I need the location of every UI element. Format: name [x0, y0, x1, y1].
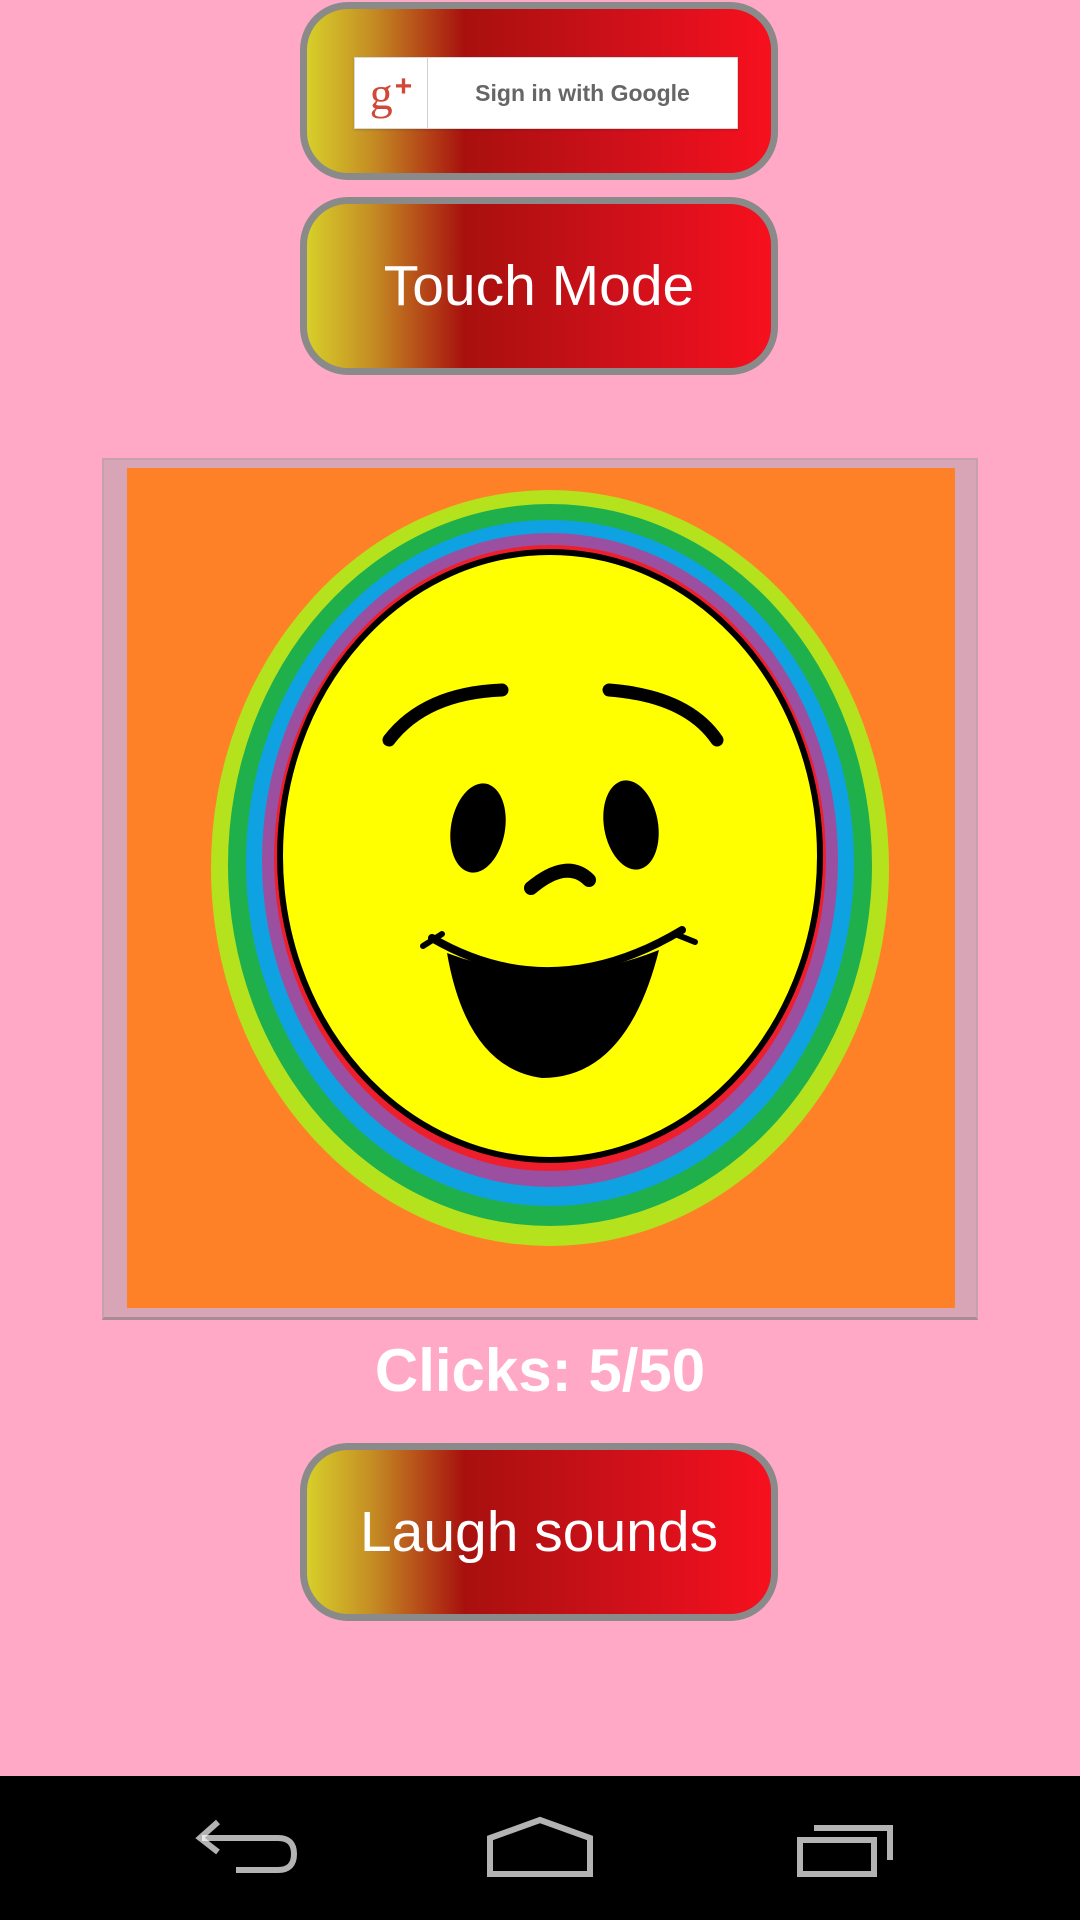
- back-icon[interactable]: [170, 1798, 310, 1898]
- laughing-smiley-icon: [211, 490, 889, 1246]
- google-plus-icon: g +: [355, 58, 428, 128]
- google-signin-label: Sign in with Google: [475, 79, 690, 106]
- google-signin-container[interactable]: g + Sign in with Google: [300, 2, 778, 180]
- smiley-image-frame: [102, 458, 978, 1320]
- app-screen: g + Sign in with Google Touch Mode Click…: [0, 0, 1080, 1776]
- home-icon[interactable]: [470, 1798, 610, 1898]
- laugh-sounds-button[interactable]: Laugh sounds: [300, 1443, 778, 1621]
- google-signin-button[interactable]: g + Sign in with Google: [354, 57, 738, 129]
- recents-icon[interactable]: [774, 1798, 914, 1898]
- clicks-counter: Clicks: 5/50: [374, 1337, 706, 1404]
- touch-mode-button[interactable]: Touch Mode: [300, 197, 778, 375]
- system-navigation-bar: [0, 1776, 1080, 1920]
- smiley-image[interactable]: [127, 468, 955, 1308]
